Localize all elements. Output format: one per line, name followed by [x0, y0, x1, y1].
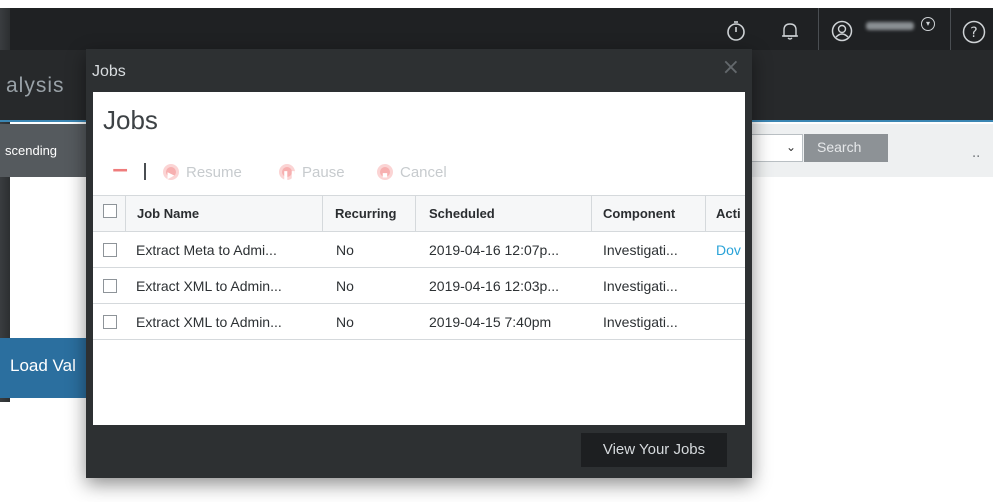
top-navigation-bar: ? — [0, 8, 993, 50]
column-header-scheduled[interactable]: Scheduled — [429, 196, 589, 232]
dialog-title: Jobs — [92, 63, 126, 80]
bell-icon[interactable] — [779, 20, 801, 42]
user-name-redacted[interactable] — [866, 22, 914, 30]
row-checkbox[interactable] — [103, 243, 117, 257]
table-row[interactable]: Extract Meta to Admi... No 2019-04-16 12… — [93, 232, 745, 268]
table-header: Job Name Recurring Scheduled Component A… — [93, 196, 745, 232]
scheduled-cell: 2019-04-16 12:03p... — [429, 278, 559, 294]
pause-button[interactable]: ❚❚ Pause — [279, 162, 345, 182]
column-divider — [125, 196, 126, 232]
row-checkbox[interactable] — [103, 315, 117, 329]
close-icon[interactable]: × — [722, 57, 740, 79]
resume-button[interactable]: ▶ Resume — [163, 162, 242, 182]
chevron-down-icon: ⌄ — [785, 140, 796, 154]
action-cell — [716, 304, 745, 340]
stopwatch-icon[interactable] — [725, 20, 747, 42]
table-row[interactable]: Extract XML to Admin... No 2019-04-16 12… — [93, 268, 745, 304]
job-name-cell: Extract XML to Admin... — [136, 278, 282, 294]
column-divider — [591, 196, 592, 232]
column-divider — [322, 196, 323, 232]
job-name-cell: Extract XML to Admin... — [136, 314, 282, 330]
help-icon[interactable]: ? — [962, 20, 986, 44]
recurring-cell: No — [336, 278, 354, 294]
row-checkbox[interactable] — [103, 279, 117, 293]
scheduled-cell: 2019-04-15 7:40pm — [429, 314, 552, 330]
divider — [950, 8, 951, 50]
table-row[interactable]: Extract XML to Admin... No 2019-04-15 7:… — [93, 304, 745, 340]
search-button[interactable]: Search — [804, 134, 888, 162]
svg-text:?: ? — [970, 25, 977, 41]
stop-icon: ■ — [377, 164, 393, 180]
recurring-cell: No — [336, 242, 354, 258]
component-cell: Investigati... — [603, 242, 678, 258]
scheduled-cell: 2019-04-16 12:07p... — [429, 242, 559, 258]
jobs-dialog: Jobs × Jobs − ▶ Resume ❚❚ Pause ■ Cancel — [86, 49, 752, 478]
column-header-actions[interactable]: Acti — [716, 196, 745, 232]
user-icon[interactable] — [831, 20, 853, 42]
page-title: alysis — [6, 74, 65, 97]
divider — [818, 8, 819, 50]
download-link[interactable]: Dov — [716, 232, 745, 268]
job-name-cell: Extract Meta to Admi... — [136, 242, 277, 258]
view-your-jobs-button[interactable]: View Your Jobs — [581, 433, 727, 467]
pause-label: Pause — [302, 163, 345, 181]
column-header-recurring[interactable]: Recurring — [335, 196, 417, 232]
cancel-button[interactable]: ■ Cancel — [377, 162, 447, 182]
remove-icon[interactable]: − — [111, 160, 129, 182]
recurring-cell: No — [336, 314, 354, 330]
app-window: ? ▾ alysis scending ⌄ Search .. Load Val… — [0, 0, 993, 502]
jobs-toolbar: − ▶ Resume ❚❚ Pause ■ Cancel — [93, 160, 745, 184]
cancel-label: Cancel — [400, 163, 447, 181]
column-header-component[interactable]: Component — [603, 196, 699, 232]
pause-icon: ❚❚ — [279, 164, 297, 180]
panel-heading: Jobs — [103, 105, 158, 135]
toolbar-separator — [144, 163, 146, 180]
jobs-panel: Jobs − ▶ Resume ❚❚ Pause ■ Cancel Job Na… — [93, 92, 745, 425]
select-all-checkbox[interactable] — [103, 204, 117, 218]
column-divider — [415, 196, 416, 232]
overflow-menu[interactable]: .. — [972, 146, 980, 161]
jobs-table: Job Name Recurring Scheduled Component A… — [93, 195, 745, 340]
column-divider — [705, 196, 706, 232]
component-cell: Investigati... — [603, 278, 678, 294]
resume-label: Resume — [186, 163, 242, 181]
component-cell: Investigati... — [603, 314, 678, 330]
column-header-job-name[interactable]: Job Name — [137, 196, 317, 232]
play-icon: ▶ — [163, 164, 179, 180]
chevron-down-icon[interactable]: ▾ — [921, 17, 935, 31]
sort-order-label: scending — [5, 143, 58, 158]
action-cell — [716, 268, 745, 304]
load-values-button[interactable]: Load Val — [0, 338, 90, 398]
filter-select[interactable]: ⌄ — [745, 134, 803, 162]
